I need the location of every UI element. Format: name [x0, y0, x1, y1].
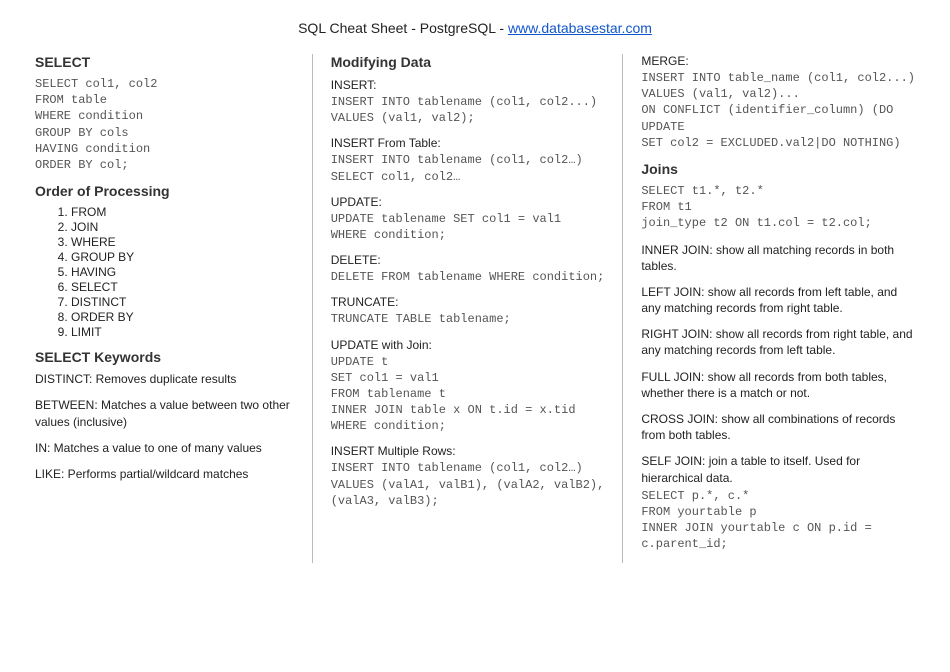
- modify-heading: Modifying Data: [331, 54, 605, 70]
- column-2: Modifying Data INSERT: INSERT INTO table…: [313, 54, 624, 563]
- list-item: JOIN: [71, 220, 294, 234]
- list-item: DISTINCT: [71, 295, 294, 309]
- truncate-label: TRUNCATE:: [331, 295, 605, 309]
- list-item: SELECT: [71, 280, 294, 294]
- order-list: FROM JOIN WHERE GROUP BY HAVING SELECT D…: [71, 205, 294, 339]
- title-link[interactable]: www.databasestar.com: [508, 20, 652, 36]
- kw-distinct: DISTINCT: Removes duplicate results: [35, 371, 294, 387]
- list-item: HAVING: [71, 265, 294, 279]
- column-1: SELECT SELECT col1, col2 FROM table WHER…: [35, 54, 313, 563]
- update-join-code: UPDATE t SET col1 = val1 FROM tablename …: [331, 354, 605, 435]
- insert-label: INSERT:: [331, 78, 605, 92]
- left-join-desc: LEFT JOIN: show all records from left ta…: [641, 284, 915, 316]
- list-item: ORDER BY: [71, 310, 294, 324]
- update-code: UPDATE tablename SET col1 = val1 WHERE c…: [331, 211, 605, 243]
- column-3: MERGE: INSERT INTO table_name (col1, col…: [623, 54, 915, 563]
- update-label: UPDATE:: [331, 195, 605, 209]
- truncate-code: TRUNCATE TABLE tablename;: [331, 311, 605, 327]
- kw-between: BETWEEN: Matches a value between two oth…: [35, 397, 294, 429]
- merge-label: MERGE:: [641, 54, 915, 68]
- self-join-code: SELECT p.*, c.* FROM yourtable p INNER J…: [641, 488, 915, 553]
- joins-code: SELECT t1.*, t2.* FROM t1 join_type t2 O…: [641, 183, 915, 232]
- insert-code: INSERT INTO tablename (col1, col2...) VA…: [331, 94, 605, 126]
- inner-join-desc: INNER JOIN: show all matching records in…: [641, 242, 915, 274]
- list-item: FROM: [71, 205, 294, 219]
- merge-code: INSERT INTO table_name (col1, col2...) V…: [641, 70, 915, 151]
- self-join-desc: SELF JOIN: join a table to itself. Used …: [641, 453, 915, 485]
- select-heading: SELECT: [35, 54, 294, 70]
- keywords-heading: SELECT Keywords: [35, 349, 294, 365]
- kw-in: IN: Matches a value to one of many value…: [35, 440, 294, 456]
- full-join-desc: FULL JOIN: show all records from both ta…: [641, 369, 915, 401]
- list-item: GROUP BY: [71, 250, 294, 264]
- kw-like: LIKE: Performs partial/wildcard matches: [35, 466, 294, 482]
- insert-from-code: INSERT INTO tablename (col1, col2…) SELE…: [331, 152, 605, 184]
- list-item: LIMIT: [71, 325, 294, 339]
- delete-label: DELETE:: [331, 253, 605, 267]
- joins-heading: Joins: [641, 161, 915, 177]
- select-code: SELECT col1, col2 FROM table WHERE condi…: [35, 76, 294, 173]
- update-join-label: UPDATE with Join:: [331, 338, 605, 352]
- title-prefix: SQL Cheat Sheet - PostgreSQL -: [298, 20, 508, 36]
- page-title: SQL Cheat Sheet - PostgreSQL - www.datab…: [35, 20, 915, 36]
- cross-join-desc: CROSS JOIN: show all combinations of rec…: [641, 411, 915, 443]
- right-join-desc: RIGHT JOIN: show all records from right …: [641, 326, 915, 358]
- delete-code: DELETE FROM tablename WHERE condition;: [331, 269, 605, 285]
- insert-multi-label: INSERT Multiple Rows:: [331, 444, 605, 458]
- insert-from-label: INSERT From Table:: [331, 136, 605, 150]
- list-item: WHERE: [71, 235, 294, 249]
- columns-wrapper: SELECT SELECT col1, col2 FROM table WHER…: [35, 54, 915, 563]
- order-heading: Order of Processing: [35, 183, 294, 199]
- insert-multi-code: INSERT INTO tablename (col1, col2…) VALU…: [331, 460, 605, 509]
